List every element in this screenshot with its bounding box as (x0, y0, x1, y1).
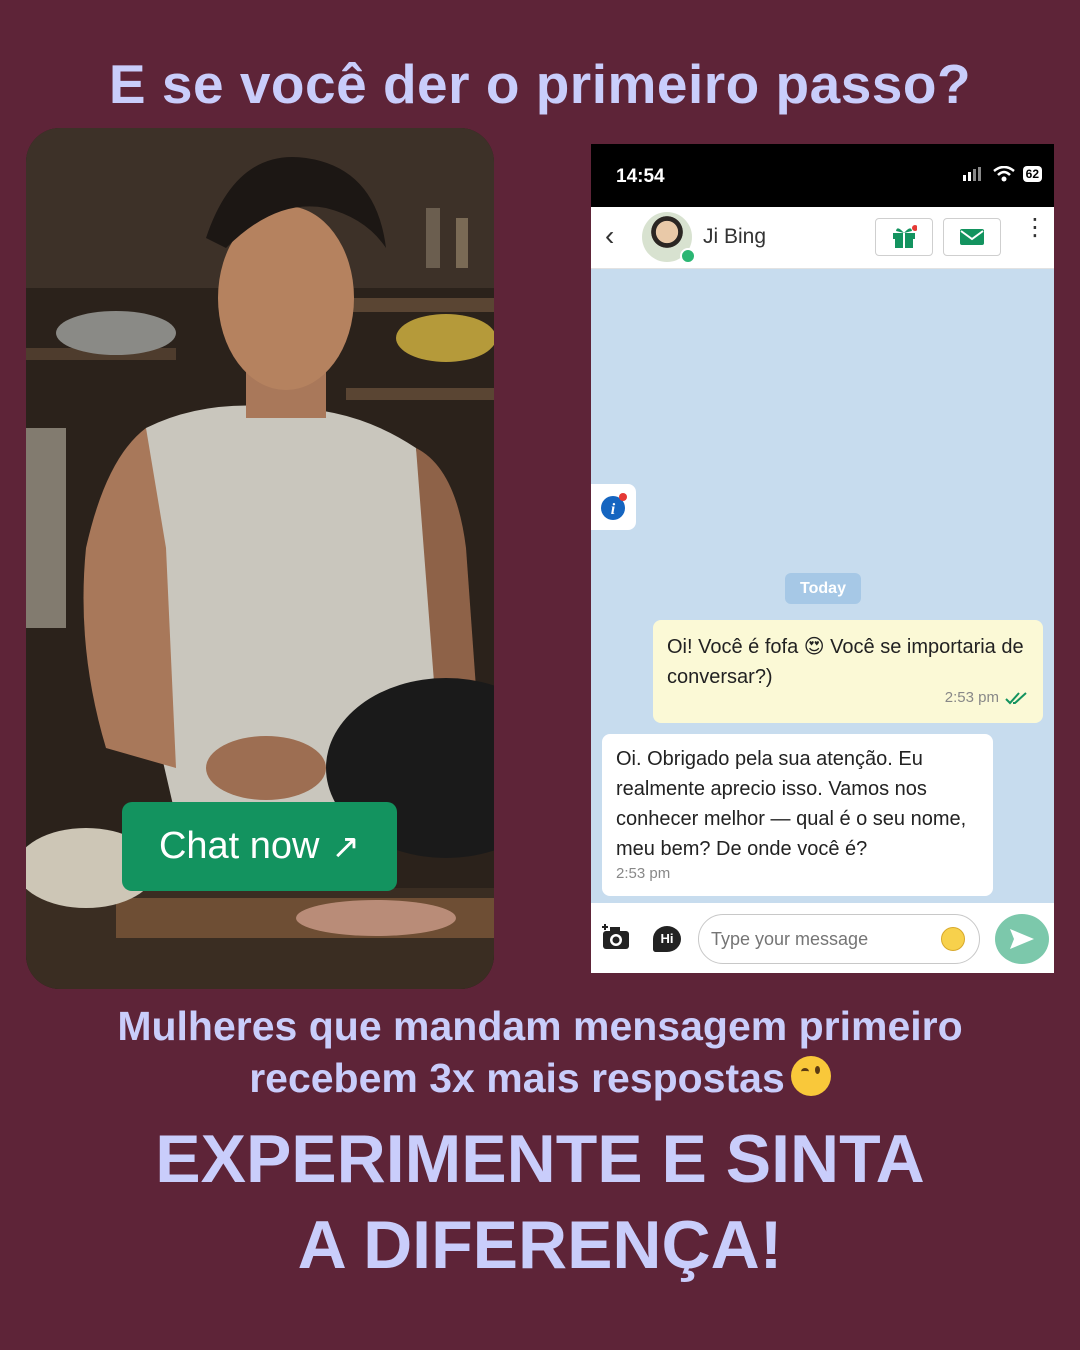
cta-line-1: EXPERIMENTE E SINTA (155, 1121, 925, 1197)
date-separator: Today (785, 573, 861, 604)
message-time: 2:53 pm (616, 865, 671, 882)
cta-line-2: A DIFERENÇA! (297, 1207, 783, 1283)
chat-header: ‹ Ji Bing ⋮ (591, 207, 1054, 269)
read-check-icon (1005, 692, 1027, 705)
call-to-action: EXPERIMENTE E SINTA A DIFERENÇA! (0, 1116, 1080, 1288)
more-icon[interactable]: ⋮ (1023, 216, 1047, 240)
message-text: Oi. Obrigado pela sua atenção. Eu realme… (616, 748, 967, 860)
emoji-icon[interactable] (941, 927, 965, 951)
mail-button[interactable] (943, 218, 1001, 256)
status-icons: 62 (962, 166, 1042, 182)
subtext: Mulheres que mandam mensagem primeiro re… (0, 1000, 1080, 1104)
promo-photo-card: Chat now ↗ (26, 128, 494, 989)
mail-icon (960, 229, 984, 245)
back-icon[interactable]: ‹ (605, 222, 614, 250)
info-button[interactable]: i (591, 484, 636, 530)
status-bar: 14:54 62 (591, 144, 1054, 207)
svg-text:i: i (610, 501, 615, 518)
camera-icon[interactable] (601, 923, 631, 951)
chat-app-screen: 14:54 62 ‹ Ji Bing ⋮ i Today Oi! Você é … (591, 144, 1054, 973)
headline: E se você der o primeiro passo? (108, 53, 972, 115)
send-button[interactable] (995, 914, 1049, 964)
hi-sticker-button[interactable]: Hi (653, 926, 681, 952)
heart-eyes-emoji: 😍 (803, 636, 825, 658)
message-input[interactable] (698, 914, 980, 964)
message-input-bar: Hi (591, 903, 1054, 973)
message-text-part: Oi! Você é fofa (667, 636, 804, 658)
gift-button[interactable] (875, 218, 933, 256)
signal-icon (962, 167, 981, 181)
send-icon (1010, 929, 1034, 949)
status-time: 14:54 (616, 166, 665, 187)
info-icon: i (600, 493, 627, 520)
incoming-message: Oi. Obrigado pela sua atenção. Eu realme… (602, 734, 993, 896)
battery-indicator: 62 (1022, 166, 1042, 182)
subtext-line-2-wrap: recebem 3x mais respostas (0, 1052, 1080, 1104)
gift-icon (893, 225, 917, 248)
subtext-line-1: Mulheres que mandam mensagem primeiro (117, 1003, 963, 1049)
message-time: 2:53 pm (944, 689, 999, 706)
contact-name[interactable]: Ji Bing (703, 225, 766, 249)
arrow-up-right-icon: ↗ (331, 827, 361, 866)
outgoing-message: Oi! Você é fofa 😍 Você se importaria de … (653, 620, 1043, 723)
chat-now-label: Chat now (158, 825, 320, 867)
wifi-icon (992, 166, 1015, 182)
chat-now-button[interactable]: Chat now ↗ (122, 802, 397, 891)
message-meta: 2:53 pm (945, 683, 1029, 713)
subtext-line-2: recebem 3x mais respostas (249, 1055, 785, 1101)
online-status-dot (680, 248, 696, 264)
wink-emoji-icon (790, 1056, 831, 1096)
